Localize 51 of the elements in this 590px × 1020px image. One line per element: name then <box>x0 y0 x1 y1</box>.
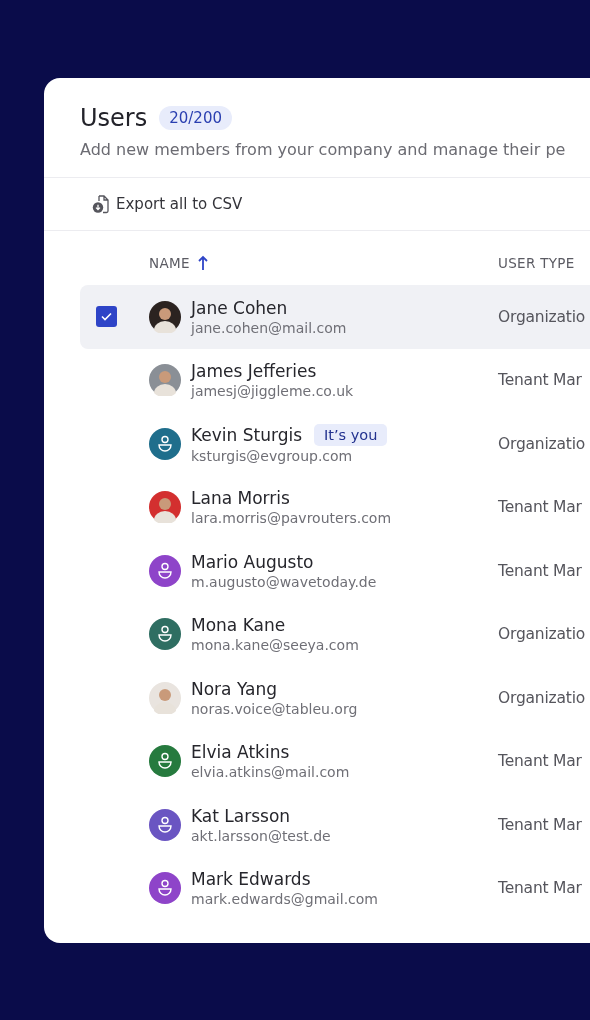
user-type: Tenant Mar <box>498 561 583 580</box>
user-name: James Jefferies <box>191 361 317 382</box>
user-row[interactable]: Mario Augusto m.augusto@wavetoday.de Tenant Mar <box>80 539 590 603</box>
page-subtitle: Add new members from your company and manage their pe <box>80 140 567 159</box>
page-title: Users <box>80 104 148 132</box>
column-header[interactable]: NAME <box>149 255 190 271</box>
user-name: Mark Edwards <box>191 869 311 890</box>
user-count: 20/200 <box>159 106 232 130</box>
user-row[interactable]: Mark Edwards mark.edwards@gmail.com Tenant Mar <box>80 856 590 920</box>
user-row[interactable]: Nora Yang noras.voice@tableu.org Organizatio <box>80 666 590 730</box>
user-row[interactable]: Mona Kane mona.kane@seeya.com Organizatio <box>80 602 590 666</box>
user-row[interactable]: Jane Cohen jane.cohen@mail.com Organizatio <box>80 285 590 349</box>
user-type: Tenant Mar <box>498 498 583 517</box>
user-type: Organizatio <box>498 688 587 707</box>
export-button[interactable]: Export all to CSV <box>90 190 245 218</box>
check-icon <box>101 312 112 322</box>
you-badge: It’s you <box>314 423 388 446</box>
user-name: Lana Morris <box>191 488 290 509</box>
user-name: Mona Kane <box>191 615 286 636</box>
user-row[interactable]: Elvia Atkins elvia.atkins@mail.com Tenant Mar <box>80 729 590 793</box>
user-email: mark.edwards@gmail.com <box>191 891 378 908</box>
column-header[interactable]: USER TYPE <box>498 255 575 271</box>
user-name: Jane Cohen <box>191 297 288 318</box>
user-email: m.augusto@wavetoday.de <box>191 573 377 590</box>
user-type: Tenant Mar <box>498 752 583 771</box>
user-row[interactable]: Kat Larsson akt.larsson@test.de Tenant Mar <box>80 793 590 857</box>
file-download-icon <box>92 194 110 214</box>
user-email: jane.cohen@mail.com <box>191 319 347 336</box>
user-type: Organizatio <box>498 434 587 453</box>
user-name: Nora Yang <box>191 678 277 699</box>
user-email: jamesj@jiggleme.co.uk <box>191 383 354 400</box>
user-row[interactable]: James Jefferies jamesj@jiggleme.co.uk Tenant Mar <box>80 348 590 412</box>
user-email: lara.morris@pavrouters.com <box>191 510 392 527</box>
user-row[interactable]: Lana Morris lara.morris@pavrouters.com Tenant Mar <box>80 475 590 539</box>
user-type: Tenant Mar <box>498 879 583 898</box>
user-email: ksturgis@evgroup.com <box>191 447 354 464</box>
user-name: Elvia Atkins <box>191 742 290 763</box>
user-name: Mario Augusto <box>191 551 314 572</box>
user-type: Organizatio <box>498 625 587 644</box>
user-email: mona.kane@seeya.com <box>191 637 359 654</box>
user-email: akt.larsson@test.de <box>191 827 331 844</box>
user-email: elvia.atkins@mail.com <box>191 764 350 781</box>
user-type: Tenant Mar <box>498 371 583 390</box>
sort-arrow-icon[interactable] <box>197 255 208 271</box>
user-row[interactable]: Kevin Sturgis It’s you ksturgis@evgroup.com Organizatio <box>80 412 590 476</box>
user-name: Kevin Sturgis <box>191 424 302 445</box>
user-name: Kat Larsson <box>191 805 291 826</box>
row-checkbox[interactable] <box>96 306 117 328</box>
user-email: noras.voice@tableu.org <box>191 700 358 717</box>
user-type: Tenant Mar <box>498 815 583 834</box>
user-type: Organizatio <box>498 307 587 326</box>
